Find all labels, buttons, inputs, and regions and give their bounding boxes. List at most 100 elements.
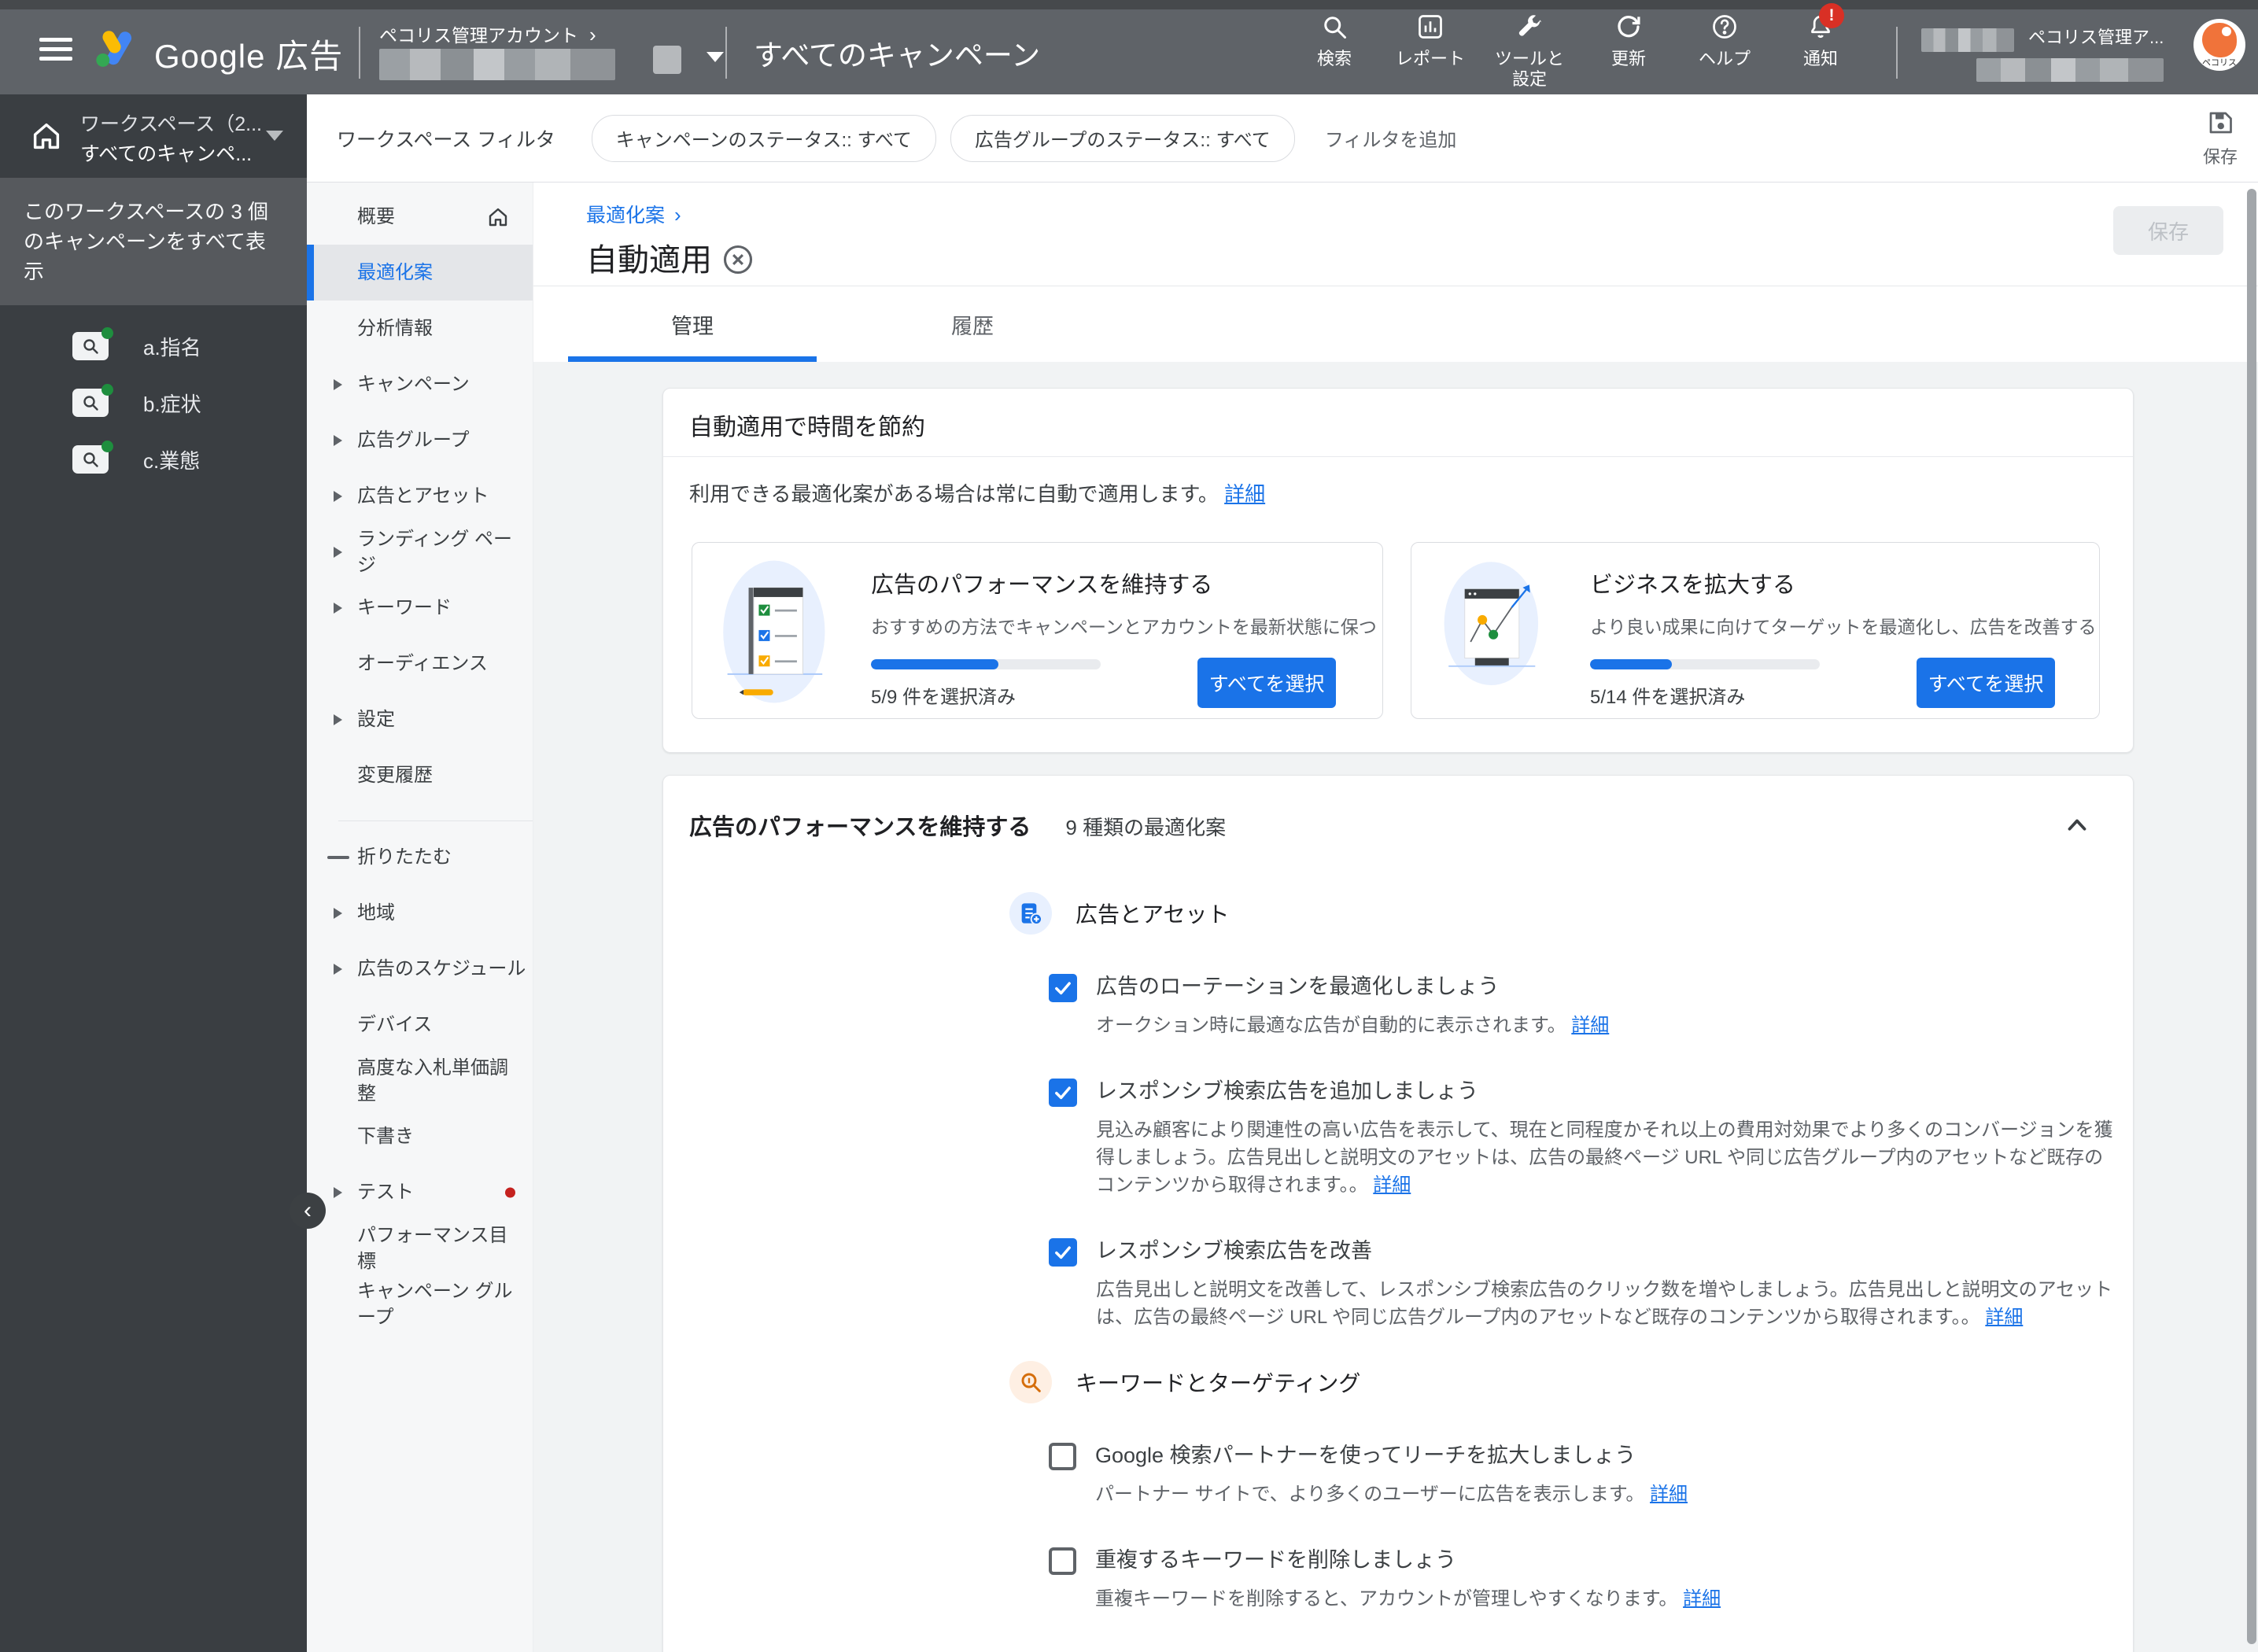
sidebar-item-広告とアセット[interactable]: 広告とアセット: [307, 468, 533, 524]
recommendation-groups: 広告とアセット 広告のローテーションを最適化しましょう オークション時に最適な広告が…: [663, 862, 2133, 1652]
learn-more-link[interactable]: 詳細: [1224, 482, 1265, 506]
page-title: すべてのキャンペーン: [754, 39, 1041, 72]
home-icon: [485, 205, 511, 230]
chevron-right-icon: [334, 1186, 342, 1198]
save-filter-button[interactable]: 保存: [2203, 109, 2238, 168]
progress-fill: [1590, 659, 1673, 669]
learn-more-link[interactable]: 詳細: [1650, 1484, 1688, 1505]
nav-item-label: 概要: [357, 206, 395, 227]
sidebar-item-広告のスケジュール[interactable]: 広告のスケジュール: [307, 941, 533, 997]
select-all-button[interactable]: すべてを選択: [1917, 658, 2055, 708]
header-tools-button[interactable]: ツールと設定: [1492, 13, 1567, 90]
tab-履歴[interactable]: 履歴: [848, 286, 1097, 362]
nav-item-label: 分析情報: [357, 318, 433, 339]
notification-dot: [505, 1187, 515, 1197]
checkbox[interactable]: [1049, 1547, 1076, 1575]
learn-more-link[interactable]: 詳細: [1373, 1174, 1411, 1196]
breadcrumb[interactable]: 最適化案 ›: [586, 200, 681, 228]
sidebar-item-下書き[interactable]: 下書き: [307, 1108, 533, 1164]
sidebar-collapse-handle[interactable]: ‹: [290, 1193, 326, 1229]
sidebar-item-デバイス[interactable]: デバイス: [307, 997, 533, 1053]
scrollbar-thumb[interactable]: [2247, 189, 2256, 1644]
nav-item-label: ランディング ページ: [357, 528, 512, 576]
nav-item-label: 広告のスケジュール: [357, 958, 526, 979]
header-bell-button[interactable]: 通知!: [1786, 3, 1855, 69]
recommendation-desc: パートナー サイトで、より多くのユーザーに広告を表示します。 詳細: [1095, 1481, 1688, 1508]
breadcrumb-link[interactable]: 最適化案: [586, 205, 665, 227]
sidebar-item-広告グループ[interactable]: 広告グループ: [307, 412, 533, 468]
hamburger-menu-icon[interactable]: [39, 38, 72, 61]
sidebar-item-概要[interactable]: 概要: [307, 189, 533, 245]
sidebar-campaign-item[interactable]: b.症状: [0, 374, 307, 431]
section-nav: 概要 最適化案 分析情報 キャンペーン 広告グループ 広告とアセット ランディング ページキ…: [307, 183, 533, 1652]
report-icon: [1416, 13, 1444, 41]
google-ads-logo-icon[interactable]: [93, 25, 138, 71]
workspace-caret-down-icon: [266, 131, 283, 141]
collapse-dash-icon: [327, 855, 349, 859]
nav-item-label: オーディエンス: [357, 653, 488, 674]
sidebar-item-高度な入札単価調整[interactable]: 高度な入札単価調整: [307, 1053, 533, 1108]
sidebar-item-キャンペーン[interactable]: キャンペーン: [307, 356, 533, 412]
save-button[interactable]: 保存: [2113, 206, 2223, 255]
progress-fill: [871, 659, 999, 669]
tab-管理[interactable]: 管理: [568, 286, 817, 362]
chevron-right-icon: [334, 602, 342, 614]
sidebar-item-最適化案[interactable]: 最適化案: [307, 245, 533, 301]
recommendation-body: レスポンシブ検索広告を改善 広告見出しと説明文を改善して、レスポンシブ検索広告のク…: [1096, 1237, 2119, 1331]
sidebar-item-ランディング ページ[interactable]: ランディング ページ: [307, 524, 533, 580]
sidebar-item-変更履歴[interactable]: 変更履歴: [307, 747, 533, 803]
chevron-up-icon[interactable]: [2062, 810, 2092, 840]
sidebar-item-設定[interactable]: 設定: [307, 691, 533, 747]
learn-more-link[interactable]: 詳細: [1571, 1015, 1609, 1036]
sidebar-item-キャンペーン グループ[interactable]: キャンペーン グループ: [307, 1276, 533, 1332]
checkbox[interactable]: [1049, 1079, 1077, 1107]
auto-apply-card: 自動適用で時間を節約 利用できる最適化案がある場合は常に自動で適用します。 詳細…: [662, 388, 2134, 753]
add-filter-button[interactable]: フィルタを追加: [1325, 124, 1457, 152]
filter-chip[interactable]: 広告グループのステータス:: すべて: [950, 114, 1295, 162]
header-help-button[interactable]: ヘルプ: [1690, 13, 1759, 69]
nav-item-label: パフォーマンス目標: [357, 1224, 508, 1272]
recommendation-desc-text: オークション時に最適な広告が自動的に表示されます。: [1096, 1015, 1572, 1036]
sidebar-item-オーディエンス[interactable]: オーディエンス: [307, 636, 533, 691]
learn-more-link[interactable]: 詳細: [1985, 1307, 2023, 1328]
search-campaign-icon: [72, 441, 113, 474]
campaign-label: b.症状: [143, 392, 201, 416]
header-tool-label: 通知: [1803, 49, 1839, 68]
header-tool-label: ツールと設定: [1495, 49, 1565, 89]
header-search-button[interactable]: 検索: [1300, 13, 1369, 69]
sidebar-item-パフォーマンス目標[interactable]: パフォーマンス目標: [307, 1220, 533, 1276]
show-all-campaigns-link[interactable]: このワークスペースの 3 個のキャンペーンをすべて表示: [0, 178, 307, 305]
checkbox[interactable]: [1049, 1443, 1076, 1470]
sidebar-item-地域[interactable]: 地域: [307, 885, 533, 941]
avatar-text: ペコリス: [2202, 58, 2237, 68]
sidebar-item-折りたたむ[interactable]: 折りたたむ: [307, 829, 533, 885]
chevron-right-icon: [334, 907, 342, 919]
sidebar-item-キーワード[interactable]: キーワード: [307, 580, 533, 636]
account-selector[interactable]: ペコリス管理アカウント ›: [379, 20, 596, 47]
filter-bar: ワークスペース フィルタ キャンペーンのステータス:: すべて 広告グループのステ…: [307, 94, 2258, 183]
auto-apply-card-desc: 利用できる最適化案がある場合は常に自動で適用します。 詳細: [689, 478, 1265, 507]
header-refresh-button[interactable]: 更新: [1594, 13, 1663, 69]
promo-card-2: ビジネスを拡大する より良い成果に向けてターゲットを最適化し、広告を改善する 5/1…: [1411, 542, 2100, 719]
checkbox[interactable]: [1049, 974, 1077, 1002]
help-icon: [1710, 13, 1739, 41]
nav-item-label: デバイス: [357, 1014, 433, 1035]
sidebar-campaign-item[interactable]: c.業態: [0, 431, 307, 488]
avatar[interactable]: ペコリス: [2193, 19, 2245, 71]
learn-more-link[interactable]: 詳細: [1683, 1588, 1721, 1610]
filter-chip[interactable]: キャンペーンのステータス:: すべて: [591, 114, 936, 162]
account-caret-down-icon[interactable]: [707, 52, 724, 62]
recommendation-row: 広告のローテーションを最適化しましょう オークション時に最適な広告が自動的に表示さ…: [1049, 972, 2133, 1039]
tools-icon: [1515, 13, 1544, 41]
sidebar-item-テスト[interactable]: テスト: [307, 1164, 533, 1220]
recommendation-desc-text: 広告見出しと説明文を改善して、レスポンシブ検索広告のクリック数を増やしましょう。…: [1096, 1279, 2113, 1328]
sidebar-item-分析情報[interactable]: 分析情報: [307, 301, 533, 356]
close-circle-icon[interactable]: [721, 242, 755, 277]
workspace-selector[interactable]: ワークスペース（2... すべてのキャンペ...: [0, 94, 307, 178]
select-all-button[interactable]: すべてを選択: [1197, 658, 1336, 708]
tab-bar: 管理 履歴: [568, 286, 1128, 362]
header-report-button[interactable]: レポート: [1396, 13, 1465, 69]
sidebar-campaign-item[interactable]: a.指名: [0, 318, 307, 374]
auto-apply-desc-text: 利用できる最適化案がある場合は常に自動で適用します。: [689, 482, 1219, 506]
checkbox[interactable]: [1049, 1238, 1077, 1267]
